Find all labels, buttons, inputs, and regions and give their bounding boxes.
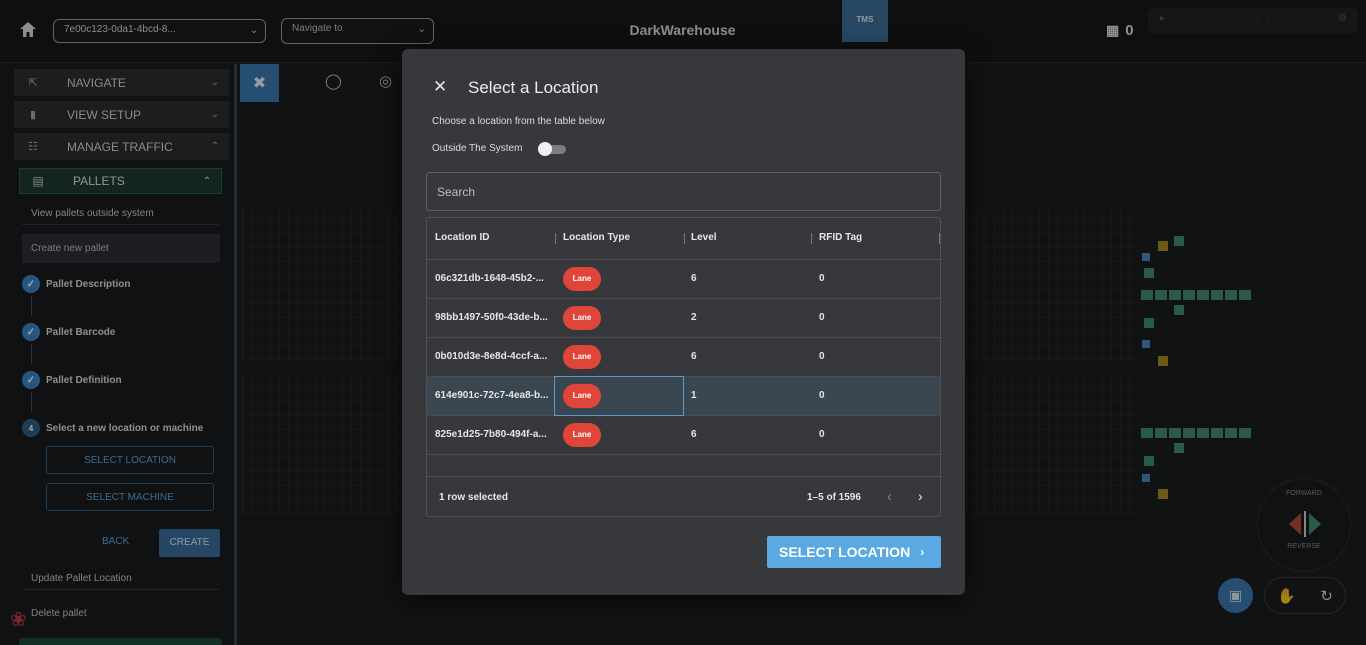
dialog-subtitle: Choose a location from the table below [432, 116, 605, 127]
column-location-type[interactable]: Location Type [563, 232, 630, 243]
dialog-title: Select a Location [468, 78, 599, 97]
chevron-left-icon[interactable]: ‹ [887, 488, 892, 504]
chevron-right-icon: › [920, 545, 925, 559]
outside-toggle-label: Outside The System [432, 143, 523, 154]
cell-level: 2 [691, 312, 697, 323]
toggle-knob [538, 142, 552, 156]
outside-toggle[interactable] [536, 142, 566, 156]
locations-table: Location ID Location Type Level RFID Tag… [426, 217, 941, 517]
pagination-label: 1–5 of 1596 [807, 492, 861, 503]
confirm-select-location-button[interactable]: SELECT LOCATION › [767, 536, 941, 568]
cell-level: 6 [691, 429, 697, 440]
location-type-badge: Lane [563, 306, 601, 330]
cell-level: 6 [691, 273, 697, 284]
location-type-badge: Lane [563, 267, 601, 291]
column-separator[interactable] [811, 233, 812, 244]
table-row-selected[interactable]: 614e901c-72c7-4ea8-b... Lane 1 0 [427, 376, 940, 416]
table-header: Location ID Location Type Level RFID Tag [427, 218, 940, 260]
cell-rfid: 0 [819, 273, 825, 284]
search-input[interactable] [426, 172, 941, 211]
table-footer: 1 row selected 1–5 of 1596 ‹ › [427, 476, 940, 516]
cell-location-id: 825e1d25-7b80-494f-a... [435, 429, 547, 440]
column-rfid-tag[interactable]: RFID Tag [819, 232, 862, 243]
selected-count: 1 row selected [439, 492, 508, 503]
cell-rfid: 0 [819, 429, 825, 440]
cell-rfid: 0 [819, 390, 825, 401]
cell-rfid: 0 [819, 312, 825, 323]
table-row[interactable]: 06c321db-1648-45b2-... Lane 6 0 [427, 260, 940, 299]
location-type-badge: Lane [563, 345, 601, 369]
table-row[interactable]: 98bb1497-50f0-43de-b... Lane 2 0 [427, 299, 940, 338]
confirm-button-label: SELECT LOCATION [779, 544, 911, 560]
column-separator[interactable] [684, 233, 685, 244]
cell-location-id: 0b010d3e-8e8d-4ccf-a... [435, 351, 548, 362]
cell-location-id: 614e901c-72c7-4ea8-b... [435, 390, 549, 401]
location-type-badge: Lane [563, 384, 601, 408]
select-location-dialog: ✕ Select a Location Choose a location fr… [402, 49, 965, 595]
cell-location-id: 06c321db-1648-45b2-... [435, 273, 544, 284]
cell-level: 1 [691, 390, 697, 401]
table-row[interactable]: 0b010d3e-8e8d-4ccf-a... Lane 6 0 [427, 338, 940, 377]
location-type-badge: Lane [563, 423, 601, 447]
cell-rfid: 0 [819, 351, 825, 362]
column-level[interactable]: Level [691, 232, 717, 243]
column-location-id[interactable]: Location ID [435, 232, 489, 243]
column-separator[interactable] [939, 233, 940, 244]
cell-location-id: 98bb1497-50f0-43de-b... [435, 312, 548, 323]
column-separator[interactable] [555, 233, 556, 244]
chevron-right-icon[interactable]: › [918, 488, 923, 504]
cell-level: 6 [691, 351, 697, 362]
close-icon[interactable]: ✕ [433, 77, 447, 97]
table-row[interactable]: 825e1d25-7b80-494f-a... Lane 6 0 [427, 416, 940, 455]
